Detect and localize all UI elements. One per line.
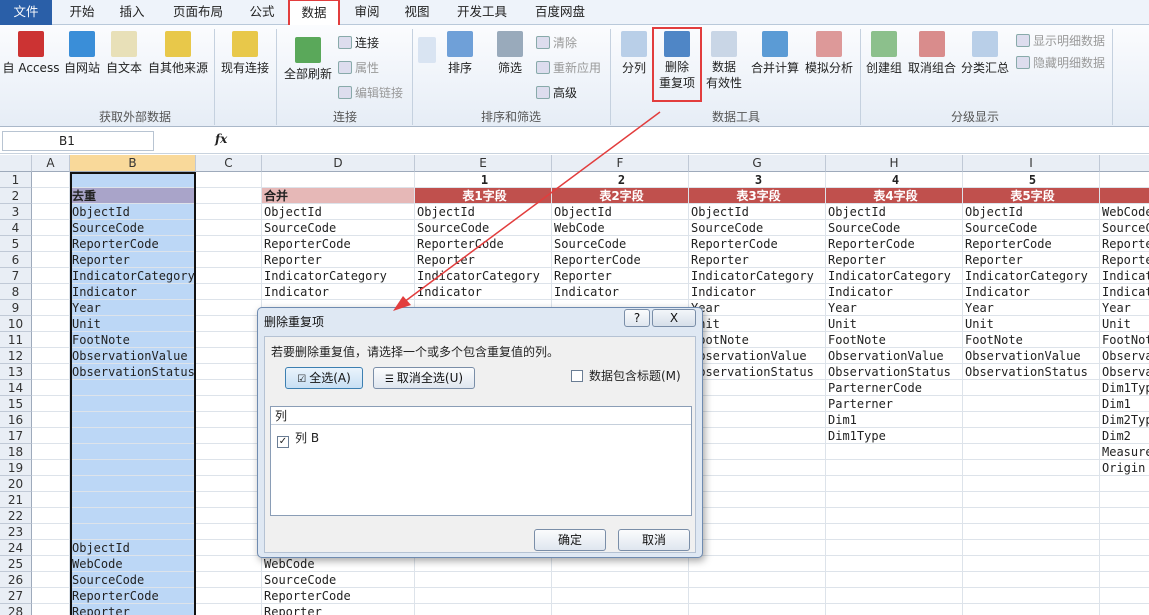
annotation-arrow [393, 111, 661, 311]
